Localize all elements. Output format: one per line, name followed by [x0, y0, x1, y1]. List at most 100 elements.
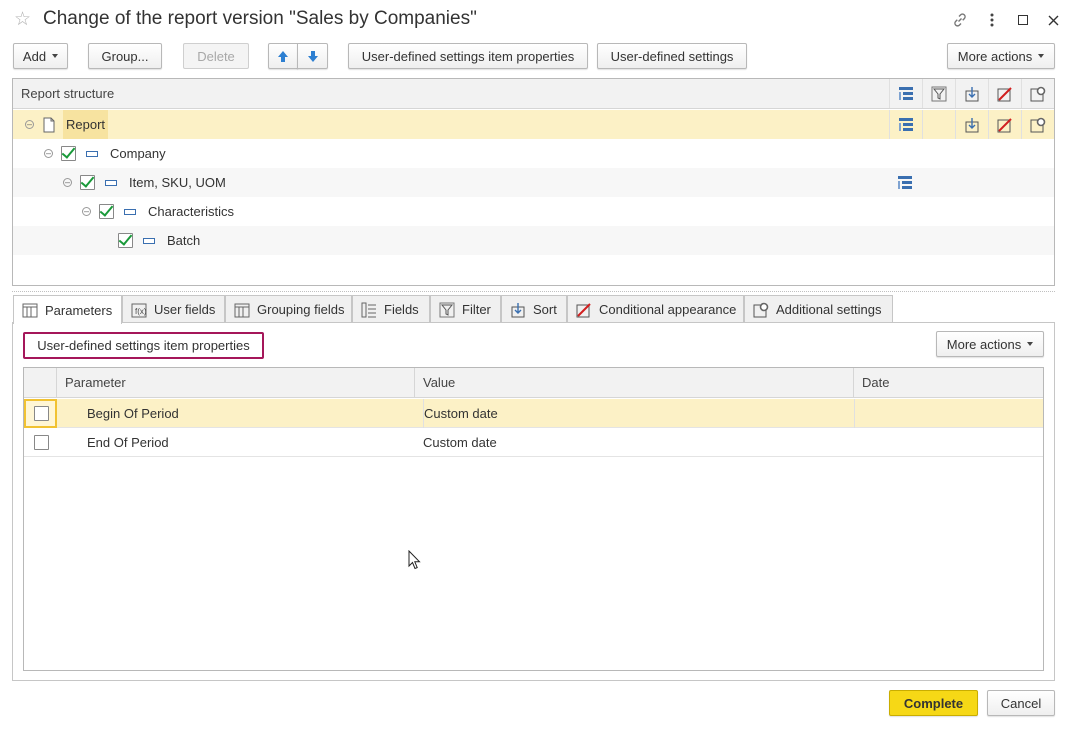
- field-group-icon: [105, 180, 117, 186]
- row-checkbox[interactable]: [34, 406, 49, 421]
- tab-label: Grouping fields: [257, 302, 345, 317]
- parameter-cell[interactable]: End Of Period: [87, 428, 169, 457]
- cancel-button[interactable]: Cancel: [987, 690, 1055, 716]
- tab-label: Additional settings: [776, 302, 882, 317]
- conditional-appearance-cell-icon[interactable]: [988, 110, 1021, 139]
- parameters-icon: [22, 303, 38, 318]
- report-structure-header-label: Report structure: [21, 86, 115, 101]
- additional-settings-column-icon[interactable]: [1021, 79, 1054, 108]
- tree-row-report[interactable]: – Report: [13, 110, 1054, 139]
- conditional-appearance-column-icon[interactable]: [988, 79, 1021, 108]
- tree-row-label: Characteristics: [148, 204, 234, 219]
- field-group-icon: [124, 209, 136, 215]
- maximize-icon[interactable]: [1013, 10, 1033, 30]
- arrow-down-icon: [307, 50, 318, 62]
- move-down-button[interactable]: [297, 43, 328, 69]
- more-actions-label: More actions: [946, 336, 1022, 352]
- grouping-cell-icon[interactable]: [897, 175, 913, 191]
- checkbox-cell[interactable]: [24, 399, 57, 428]
- row-checkbox[interactable]: [34, 435, 49, 450]
- move-up-button[interactable]: [268, 43, 298, 69]
- tree-row-batch[interactable]: Batch: [13, 226, 1054, 255]
- tab-fields[interactable]: Fields: [352, 295, 430, 323]
- tab-parameters[interactable]: Parameters: [13, 295, 122, 324]
- tree-row-label: Item, SKU, UOM: [129, 175, 226, 190]
- tab-conditional-appearance[interactable]: Conditional appearance: [567, 295, 744, 323]
- user-defined-item-props-button[interactable]: User-defined settings item properties: [348, 43, 588, 69]
- arrow-up-icon: [278, 50, 288, 62]
- dropdown-caret-icon: [1038, 54, 1045, 58]
- tree-row-label: Company: [110, 146, 166, 161]
- tree-row-label: Batch: [167, 233, 201, 248]
- tab-label: Filter: [462, 302, 491, 317]
- value-cell-text: Custom date: [424, 406, 498, 421]
- date-column-header[interactable]: Date: [854, 368, 889, 398]
- collapse-icon[interactable]: –: [63, 178, 72, 187]
- report-structure-table[interactable]: Report structure – Report – Company – It…: [12, 78, 1055, 286]
- sort-column-icon[interactable]: [955, 79, 988, 108]
- table-row[interactable]: End Of Period Custom date: [24, 428, 1043, 457]
- checkbox-company[interactable]: [61, 146, 76, 161]
- value-column-header[interactable]: Value: [415, 368, 854, 398]
- dropdown-caret-icon: [1027, 342, 1034, 346]
- tab-grouping-fields[interactable]: Grouping fields: [225, 295, 352, 323]
- fields-icon: [361, 302, 376, 317]
- tab-label: User fields: [154, 302, 216, 317]
- sort-cell-icon[interactable]: [955, 110, 988, 139]
- tab-user-fields[interactable]: f(x) User fields: [122, 295, 225, 323]
- favorite-star-icon[interactable]: ☆: [14, 10, 31, 30]
- tree-row-characteristics[interactable]: – Characteristics: [13, 197, 1054, 226]
- checkbox-characteristics[interactable]: [99, 204, 114, 219]
- close-icon[interactable]: [1043, 10, 1063, 30]
- grouping-cell-icon[interactable]: [889, 110, 922, 139]
- tab-additional-settings[interactable]: Additional settings: [744, 295, 893, 323]
- report-structure-header: Report structure: [13, 79, 1054, 109]
- parameters-table[interactable]: Parameter Value Date Begin Of Period Cus…: [23, 367, 1044, 671]
- window-title: Change of the report version "Sales by C…: [43, 8, 477, 29]
- grouping-fields-icon: [234, 303, 250, 317]
- filter-column-icon[interactable]: [922, 79, 955, 108]
- document-icon: [43, 117, 55, 133]
- add-button-label: Add: [22, 48, 47, 64]
- collapse-icon[interactable]: –: [25, 120, 34, 129]
- field-group-icon: [86, 151, 98, 157]
- collapse-icon[interactable]: –: [44, 149, 53, 158]
- parameter-column-header[interactable]: Parameter: [57, 368, 415, 398]
- group-button[interactable]: Group...: [88, 43, 162, 69]
- checkbox-batch[interactable]: [118, 233, 133, 248]
- additional-settings-icon: [753, 302, 769, 317]
- field-group-icon: [143, 238, 155, 244]
- checkbox-item-sku-uom[interactable]: [80, 175, 95, 190]
- item-properties-button[interactable]: User-defined settings item properties: [23, 332, 264, 359]
- value-cell[interactable]: Custom date: [423, 428, 497, 457]
- tree-row-company[interactable]: – Company: [13, 139, 1054, 168]
- value-cell[interactable]: Custom date: [423, 399, 498, 428]
- tree-row-item-sku-uom[interactable]: – Item, SKU, UOM: [13, 168, 1054, 197]
- parameters-tab-page: User-defined settings item properties Mo…: [12, 322, 1055, 681]
- parameters-table-header: Parameter Value Date: [24, 368, 1043, 398]
- params-more-actions-button[interactable]: More actions: [936, 331, 1044, 357]
- conditional-appearance-icon: [576, 302, 591, 317]
- date-cell[interactable]: [854, 399, 1044, 428]
- filter-cell[interactable]: [922, 110, 955, 139]
- link-icon[interactable]: [950, 10, 970, 30]
- splitter[interactable]: [12, 291, 1055, 292]
- table-row[interactable]: Begin Of Period Custom date: [24, 399, 1043, 428]
- additional-settings-cell-icon[interactable]: [1021, 110, 1054, 139]
- more-actions-button[interactable]: More actions: [947, 43, 1055, 69]
- user-fields-icon: f(x): [131, 303, 147, 317]
- tab-label: Conditional appearance: [599, 302, 737, 317]
- grouping-column-icon[interactable]: [889, 79, 922, 108]
- user-defined-settings-button[interactable]: User-defined settings: [597, 43, 747, 69]
- tab-label: Parameters: [45, 302, 113, 318]
- sort-icon: [511, 302, 525, 317]
- tab-sort[interactable]: Sort: [501, 295, 567, 323]
- more-vertical-icon[interactable]: [982, 10, 1002, 30]
- tree-row-label: Report: [63, 110, 109, 139]
- tab-filter[interactable]: Filter: [430, 295, 501, 323]
- add-button[interactable]: Add: [13, 43, 68, 69]
- collapse-icon[interactable]: –: [82, 207, 91, 216]
- complete-button[interactable]: Complete: [889, 690, 978, 716]
- delete-button[interactable]: Delete: [183, 43, 249, 69]
- parameter-cell[interactable]: Begin Of Period: [87, 399, 179, 428]
